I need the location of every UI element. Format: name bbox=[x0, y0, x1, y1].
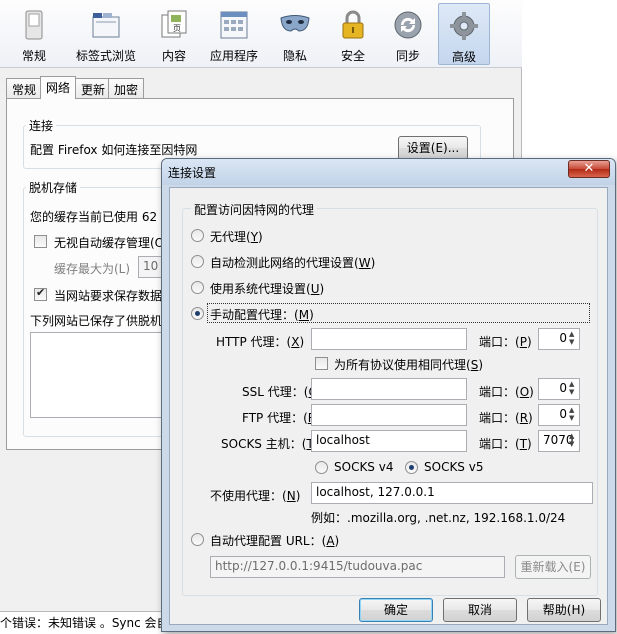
toolbar-sync[interactable]: 同步 bbox=[384, 3, 432, 65]
http-proxy-field[interactable] bbox=[311, 328, 467, 350]
svg-text:页: 页 bbox=[173, 24, 181, 33]
pac-reload-button[interactable]: 重新载入(E) bbox=[515, 555, 591, 579]
socks-port-spinner[interactable]: ▲ ▼ bbox=[569, 432, 577, 448]
help-button[interactable]: 帮助(H) bbox=[527, 598, 601, 622]
manual-proxy-radio[interactable] bbox=[191, 307, 204, 320]
tab-encryption[interactable]: 加密 bbox=[108, 78, 145, 99]
no-proxy-label: 无代理(Y) bbox=[210, 230, 263, 244]
dialog-client-area: 配置访问因特网的代理 无代理(Y) 自动检测此网络的代理设置(W) 使用系统代理… bbox=[169, 187, 608, 625]
auto-detect-label: 自动检测此网络的代理设置(W) bbox=[210, 256, 376, 270]
pac-radio[interactable] bbox=[191, 533, 204, 546]
content-icon: 页 bbox=[161, 10, 187, 38]
http-port-spinner[interactable]: ▲ ▼ bbox=[569, 330, 577, 346]
socks-v5-label: SOCKS v5 bbox=[424, 460, 484, 474]
toolbar-applications[interactable]: 应用程序 bbox=[206, 3, 262, 65]
offline-sites-list[interactable] bbox=[30, 332, 170, 418]
ask-offline-checkbox[interactable] bbox=[34, 286, 47, 301]
status-bar: 个错误：未知错误 。Sync 会自 bbox=[0, 616, 169, 630]
lock-icon bbox=[342, 10, 364, 39]
tabs-icon bbox=[92, 13, 120, 38]
ftp-proxy-label: FTP 代理：(R) bbox=[242, 411, 321, 425]
override-cache-label: 无视自动缓存管理(O bbox=[54, 236, 165, 250]
close-icon: ✕ bbox=[583, 161, 595, 176]
socks-v4-label: SOCKS v4 bbox=[334, 460, 394, 474]
dialog-title: 连接设置 bbox=[168, 166, 217, 180]
options-toolbar: 常规 标签式浏览 页 内容 应用程序 隐私 安全 同步 高级 bbox=[0, 0, 522, 68]
system-proxy-radio[interactable] bbox=[191, 281, 204, 294]
sync-icon bbox=[394, 11, 422, 39]
no-proxy-for-label: 不使用代理：(N) bbox=[210, 489, 301, 503]
socks-v5-radio[interactable] bbox=[405, 461, 418, 474]
ssl-port-label: 端口：(O) bbox=[479, 385, 534, 399]
connection-text: 配置 Firefox 如何连接至因特网 bbox=[30, 143, 198, 157]
cancel-button[interactable]: 取消 bbox=[443, 598, 517, 622]
tab-network[interactable]: 网络 bbox=[40, 76, 77, 99]
ftp-proxy-field[interactable] bbox=[311, 404, 467, 426]
toolbar-content[interactable]: 页 内容 bbox=[150, 3, 198, 65]
pac-label: 自动代理配置 URL：(A) bbox=[210, 534, 340, 548]
ftp-port-spinner[interactable]: ▲ ▼ bbox=[569, 406, 577, 422]
system-proxy-label: 使用系统代理设置(U) bbox=[210, 282, 325, 296]
offline-caption: 脱机存储 bbox=[26, 179, 81, 196]
no-proxy-radio[interactable] bbox=[191, 229, 204, 242]
socks-v4-radio[interactable] bbox=[315, 461, 328, 474]
mask-icon bbox=[280, 15, 310, 32]
cache-limit-label: 缓存最大为(L) bbox=[54, 262, 131, 276]
auto-detect-radio[interactable] bbox=[191, 255, 204, 268]
no-proxy-for-field[interactable]: localhost, 127.0.0.1 bbox=[311, 482, 593, 504]
connection-settings-dialog: 连接设置 ✕ 配置访问因特网的代理 无代理(Y) 自动检测此网络的代理设置(W)… bbox=[161, 158, 616, 632]
proxy-group: 配置访问因特网的代理 无代理(Y) 自动检测此网络的代理设置(W) 使用系统代理… bbox=[182, 201, 598, 596]
toolbar-privacy[interactable]: 隐私 bbox=[270, 3, 320, 65]
offline-sites-label: 下列网站已保存了供脱机 bbox=[30, 314, 163, 328]
screen: 常规 标签式浏览 页 内容 应用程序 隐私 安全 同步 高级 常规 网络 更新 … bbox=[0, 0, 617, 634]
no-proxy-example: 例如：.mozilla.org, .net.nz, 192.168.1.0/24 bbox=[311, 511, 566, 525]
toolbar-security[interactable]: 安全 bbox=[328, 3, 378, 65]
cache-usage-text: 您的缓存当前已使用 62 bbox=[30, 210, 158, 224]
socks-port-label: 端口：(T) bbox=[479, 437, 532, 451]
socks-host-label: SOCKS 主机：(T) bbox=[221, 437, 318, 451]
switch-icon bbox=[25, 10, 43, 40]
pac-url-field[interactable]: http://127.0.0.1:9415/tudouva.pac bbox=[210, 556, 505, 578]
toolbar-advanced[interactable]: 高级 bbox=[438, 3, 490, 65]
ftp-port-label: 端口：(R) bbox=[479, 411, 533, 425]
toolbar-general[interactable]: 常规 bbox=[6, 3, 62, 65]
toolbar-tabs[interactable]: 标签式浏览 bbox=[70, 3, 142, 65]
http-proxy-label: HTTP 代理：(X) bbox=[216, 335, 305, 349]
override-cache-checkbox[interactable] bbox=[34, 235, 47, 248]
ssl-port-spinner[interactable]: ▲ ▼ bbox=[569, 380, 577, 396]
gear-icon bbox=[450, 12, 478, 40]
dialog-titlebar[interactable]: 连接设置 ✕ bbox=[162, 159, 615, 185]
same-proxy-label: 为所有协议使用相同代理(S) bbox=[334, 358, 484, 372]
tab-update[interactable]: 更新 bbox=[75, 78, 112, 99]
same-proxy-checkbox[interactable] bbox=[315, 357, 328, 370]
http-port-label: 端口：(P) bbox=[479, 335, 532, 349]
manual-proxy-label: 手动配置代理：(M) bbox=[210, 308, 314, 322]
ask-offline-label: 当网站要求保存数据 bbox=[54, 289, 163, 303]
ssl-proxy-field[interactable] bbox=[311, 378, 467, 400]
proxy-group-caption: 配置访问因特网的代理 bbox=[191, 201, 318, 218]
applications-icon bbox=[220, 11, 248, 39]
dialog-close-button[interactable]: ✕ bbox=[568, 160, 610, 178]
ok-button[interactable]: 确定 bbox=[359, 598, 433, 622]
tab-general[interactable]: 常规 bbox=[6, 78, 43, 99]
connection-settings-button[interactable]: 设置(E)... bbox=[398, 136, 468, 160]
socks-host-field[interactable]: localhost bbox=[311, 430, 467, 452]
connection-caption: 连接 bbox=[26, 117, 57, 134]
